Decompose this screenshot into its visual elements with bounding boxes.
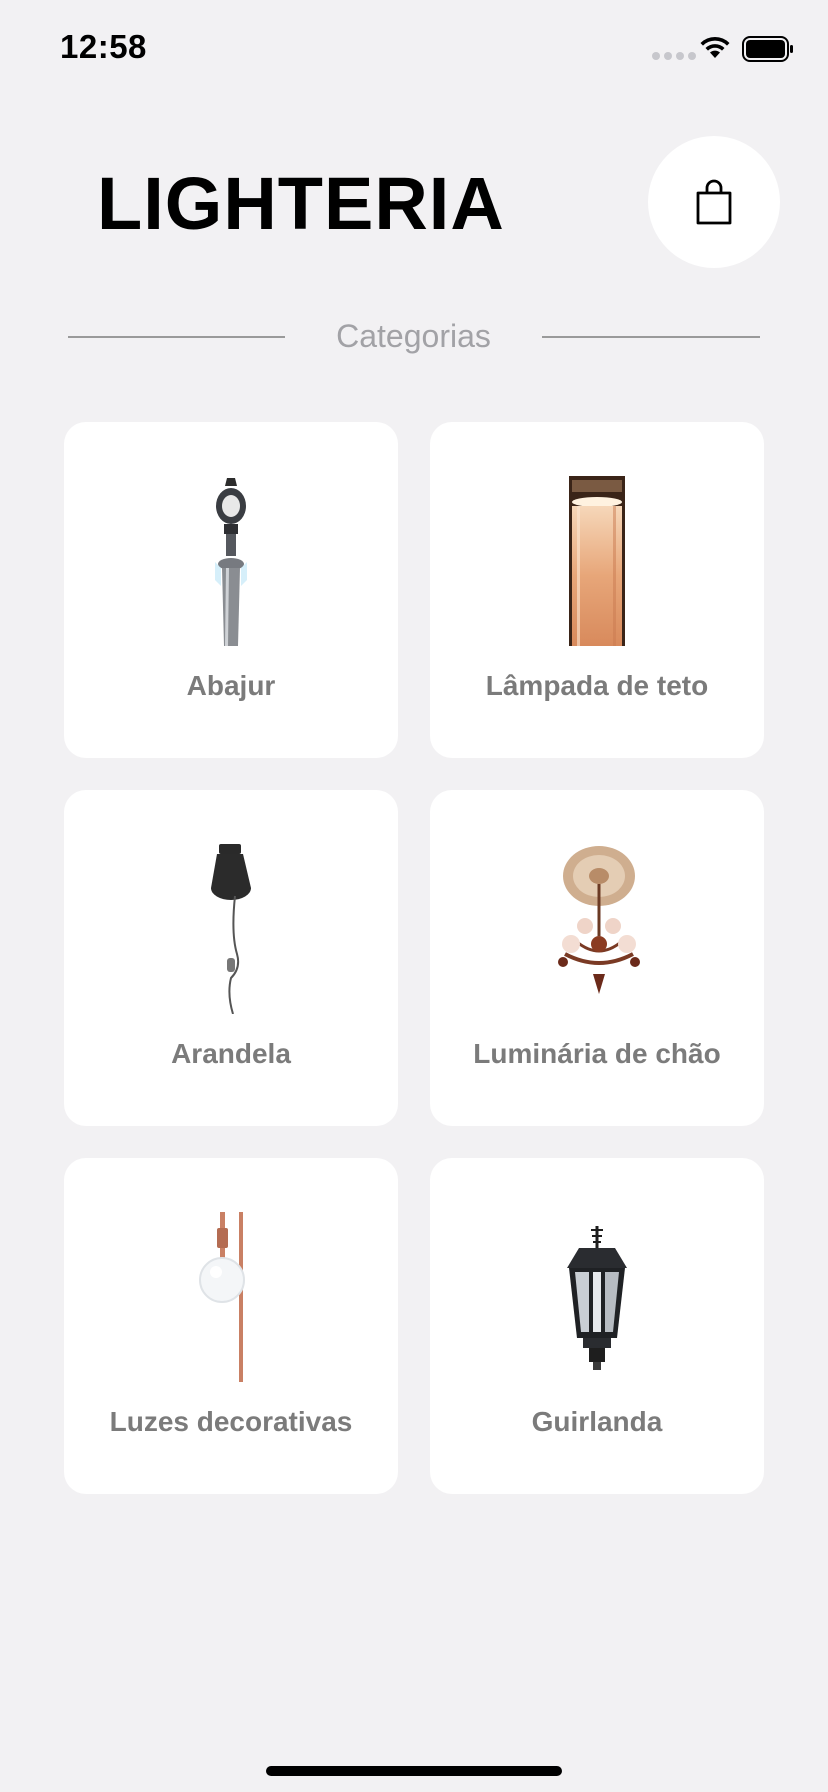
category-card-abajur[interactable]: Abajur (64, 422, 398, 758)
battery-icon (742, 36, 793, 62)
divider-right (542, 336, 760, 338)
category-label: Luminária de chão (473, 1038, 721, 1069)
category-label: Guirlanda (531, 1406, 663, 1437)
category-card-luzes-decorativas[interactable]: Luzes decorativas (64, 1158, 398, 1494)
category-label: Abajur (186, 670, 276, 701)
cellular-signal-icon (652, 52, 696, 60)
home-indicator[interactable] (266, 1766, 562, 1776)
cart-button[interactable] (648, 136, 780, 268)
cylinder-lamp-icon (569, 476, 625, 646)
category-card-arandela[interactable]: Arandela (64, 790, 398, 1126)
globe-bulb-icon (199, 1212, 245, 1382)
section-title: Categorias (336, 318, 491, 354)
category-label: Lâmpada de teto (485, 670, 709, 701)
category-label: Luzes decorativas (109, 1406, 353, 1437)
hanging-bulb-icon (211, 844, 251, 1014)
wifi-icon (700, 36, 730, 58)
divider-left (68, 336, 285, 338)
category-card-lampada-de-teto[interactable]: Lâmpada de teto (430, 422, 764, 758)
lantern-icon (567, 1226, 627, 1370)
category-card-luminaria-de-chao[interactable]: Luminária de chão (430, 790, 764, 1126)
shopping-bag-icon (696, 179, 732, 225)
app-title: LIGHTERIA (97, 162, 505, 245)
status-time: 12:58 (60, 28, 147, 65)
chandelier-icon (558, 846, 640, 994)
category-label: Arandela (171, 1038, 291, 1069)
category-card-guirlanda[interactable]: Guirlanda (430, 1158, 764, 1494)
street-lamp-icon (215, 478, 247, 646)
